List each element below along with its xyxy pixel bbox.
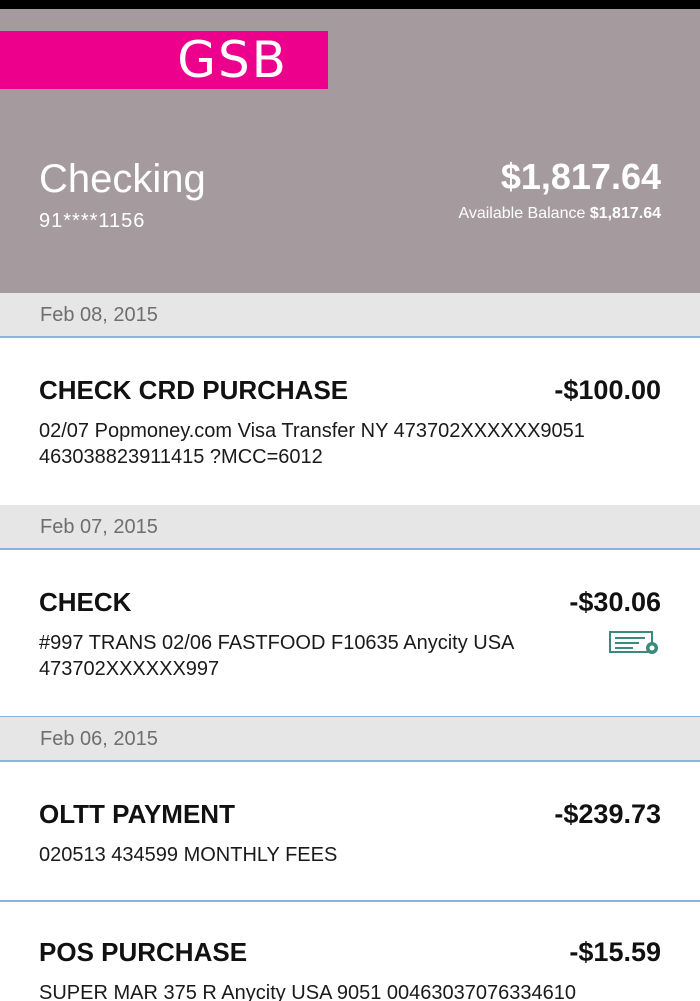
current-balance: $1,817.64 [500, 156, 661, 197]
date-header: Feb 07, 2015 [0, 505, 700, 550]
transaction-amount: -$15.59 [569, 937, 661, 967]
transaction-row[interactable]: OLTT PAYMENT -$239.73 020513 434599 MONT… [0, 762, 700, 902]
transaction-description: 02/07 Popmoney.com Visa Transfer NY 4737… [39, 420, 585, 468]
available-balance-label: Available Balance [458, 205, 586, 222]
transaction-title: OLTT PAYMENT [39, 799, 235, 829]
available-balance: Available Balance $1,817.64 [458, 204, 661, 224]
transaction-description: SUPER MAR 375 R Anycity USA 9051 0046303… [39, 982, 577, 1001]
date-header: Feb 06, 2015 [0, 717, 700, 762]
transaction-title: CHECK [39, 587, 132, 617]
transaction-row[interactable]: POS PURCHASE -$15.59 SUPER MAR 375 R Any… [0, 902, 700, 1001]
transaction-title: POS PURCHASE [39, 937, 248, 967]
gsb-logo: GSB [0, 31, 328, 89]
transaction-amount: -$30.06 [569, 587, 661, 617]
transaction-row[interactable]: CHECK -$30.06 #997 TRANS 02/06 FASTFOOD … [0, 550, 700, 718]
account-header: GSB Checking 91****1156 $1,817.64 Availa… [0, 9, 700, 293]
available-balance-value: $1,817.64 [589, 205, 661, 222]
account-number: 91****1156 [39, 210, 146, 232]
date-header: Feb 08, 2015 [0, 293, 700, 338]
transaction-amount: -$100.00 [554, 375, 661, 405]
transaction-row[interactable]: CHECK CRD PURCHASE -$100.00 02/07 Popmon… [0, 338, 700, 507]
transaction-description: 020513 434599 MONTHLY FEES [39, 844, 338, 866]
check-image-icon[interactable] [609, 630, 661, 656]
transaction-amount: -$239.73 [554, 799, 661, 829]
status-bar [0, 0, 700, 9]
transaction-description: #997 TRANS 02/06 FASTFOOD F10635 Anycity… [39, 632, 514, 680]
transaction-title: CHECK CRD PURCHASE [39, 375, 349, 405]
account-name: Checking [39, 157, 206, 201]
